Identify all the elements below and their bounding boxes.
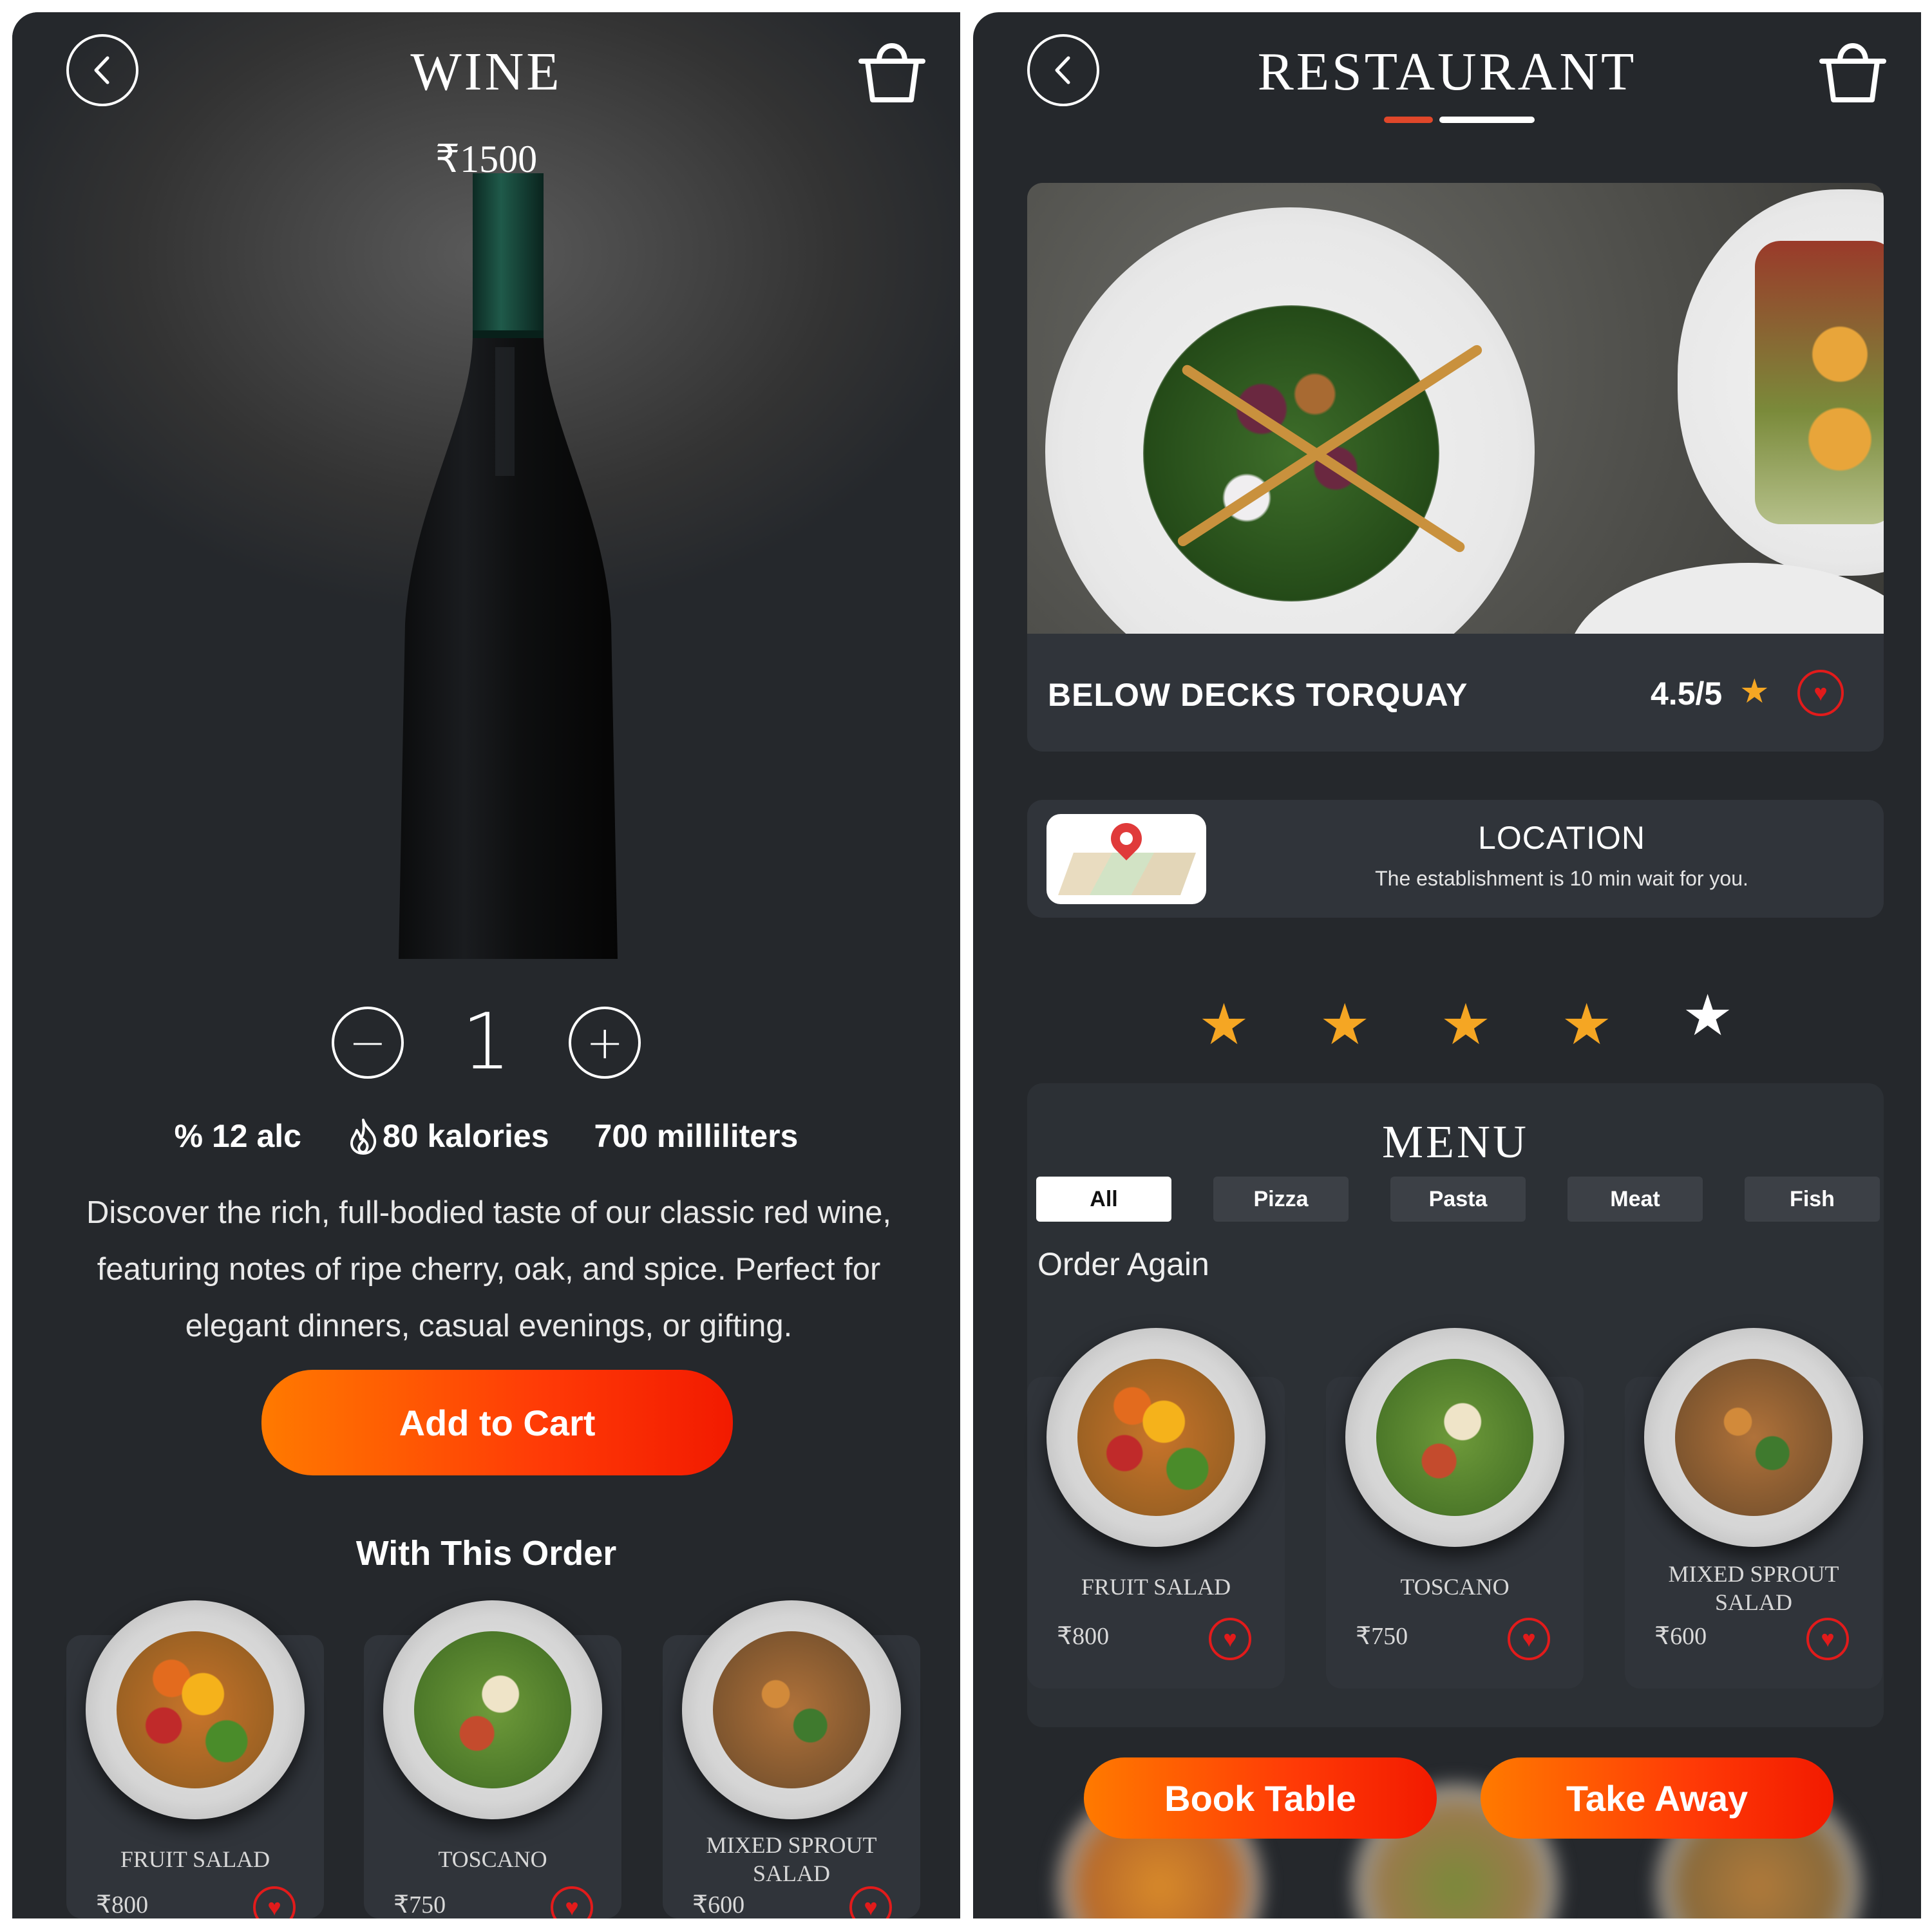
restaurant-rating: 4.5/5 [1651,676,1723,712]
product-name: FRUIT SALAD [1081,1574,1231,1600]
product-specs: % 12 alc 80 kalories 700 milliliters [12,1117,960,1155]
product-card[interactable]: FRUIT SALAD ₹800 ♥ [1027,1328,1285,1689]
toscano-plate-image [383,1600,602,1819]
tab-all[interactable]: All [1036,1177,1171,1222]
star-icon: ★ [1739,672,1770,711]
star-icon[interactable]: ★ [1682,987,1733,1053]
star-icon[interactable]: ★ [1320,996,1370,1053]
restaurant-info-bar: BELOW DECKS TORQUAY 4.5/5 ★ ♥ [1027,634,1884,752]
heart-icon[interactable]: ♥ [1797,670,1844,716]
location-subtitle: The establishment is 10 min wait for you… [1375,867,1748,890]
product-card[interactable]: MIXED SPROUT SALAD ₹600 ♥ [1625,1328,1882,1689]
map-pin-icon [1046,814,1206,904]
calories-value: 80 kalories [382,1118,549,1154]
star-icon[interactable]: ★ [1561,996,1612,1053]
mixed-sprout-salad-plate-image [682,1600,901,1819]
product-card[interactable]: MIXED SPROUT SALAD ₹600 ♥ [663,1600,920,1918]
increase-quantity-button[interactable]: + [569,1006,641,1079]
star-icon[interactable]: ★ [1198,996,1249,1053]
order-again-label: Order Again [1037,1246,1209,1282]
rating-stars: ★ ★ ★ ★ ★ [1198,987,1733,1053]
page-title: WINE [410,42,562,102]
menu-section: MENU All Pizza Pasta Meat Fish Order Aga… [1027,1083,1884,1727]
product-price: ₹600 [692,1891,745,1918]
mixed-sprout-salad-plate-image [1644,1328,1863,1547]
heart-icon[interactable]: ♥ [551,1886,593,1918]
heart-icon[interactable]: ♥ [1209,1618,1251,1660]
product-price: ₹750 [1356,1623,1408,1650]
calories-spec-group: 80 kalories [346,1117,549,1155]
product-name: TOSCANO [438,1846,547,1872]
product-price: ₹800 [1057,1623,1110,1650]
menu-title: MENU [1382,1116,1529,1168]
alcohol-spec: % 12 alc [174,1118,301,1154]
wine-bottle-image [399,173,618,959]
quantity-value: 1 [461,998,511,1087]
decrease-quantity-button[interactable]: − [331,1006,404,1079]
quantity-stepper: − 1 + [12,998,960,1087]
location-card[interactable]: LOCATION The establishment is 10 min wai… [1027,800,1884,918]
product-price: ₹800 [96,1891,149,1918]
heart-icon[interactable]: ♥ [849,1886,892,1918]
restaurant-hero-image [1027,183,1884,634]
shopping-bag-icon[interactable] [1819,35,1886,105]
menu-category-tabs: All Pizza Pasta Meat Fish [1036,1177,1880,1222]
product-card[interactable]: FRUIT SALAD ₹800 ♥ [66,1600,324,1918]
product-card[interactable]: TOSCANO ₹750 ♥ [364,1600,621,1918]
product-name: TOSCANO [1400,1574,1510,1600]
page-title: RESTAURANT [1257,42,1637,102]
heart-icon[interactable]: ♥ [253,1886,296,1918]
heart-icon[interactable]: ♥ [1806,1618,1849,1660]
product-price: ₹750 [393,1891,446,1918]
volume-spec: 700 milliliters [594,1118,799,1154]
star-icon[interactable]: ★ [1441,996,1492,1053]
tab-pizza[interactable]: Pizza [1213,1177,1349,1222]
product-name: MIXED SPROUT SALAD [1668,1561,1839,1615]
fruit-salad-plate-image [86,1600,305,1819]
tab-meat[interactable]: Meat [1567,1177,1703,1222]
fruit-salad-plate-image [1046,1328,1265,1547]
take-away-button[interactable]: Take Away [1481,1757,1833,1839]
shopping-bag-icon[interactable] [858,35,925,105]
flame-icon [350,1119,376,1155]
heart-icon[interactable]: ♥ [1508,1618,1550,1660]
product-description: Discover the rich, full-bodied taste of … [86,1195,892,1343]
product-price: ₹600 [1654,1623,1707,1650]
tab-indicator [1439,117,1535,123]
restaurant-name: BELOW DECKS TORQUAY [1048,677,1468,713]
restaurant-screen: RESTAURANT BELOW DECKS TORQUAY 4.5/5 ★ ♥… [973,12,1921,1918]
with-this-order-title: With This Order [355,1534,617,1573]
product-name: MIXED SPROUT SALAD [706,1832,877,1886]
add-to-cart-button[interactable]: Add to Cart [261,1370,733,1475]
toscano-plate-image [1345,1328,1564,1547]
tab-indicator-active [1384,117,1433,123]
wine-screen: WINE ₹1500 − 1 + % 12 alc 80 kalories 70… [12,12,960,1918]
product-card[interactable]: TOSCANO ₹750 ♥ [1326,1328,1584,1689]
tab-pasta[interactable]: Pasta [1390,1177,1526,1222]
book-table-button[interactable]: Book Table [1084,1757,1437,1839]
tab-fish[interactable]: Fish [1745,1177,1880,1222]
location-title: LOCATION [1478,820,1645,856]
product-name: FRUIT SALAD [120,1846,270,1872]
